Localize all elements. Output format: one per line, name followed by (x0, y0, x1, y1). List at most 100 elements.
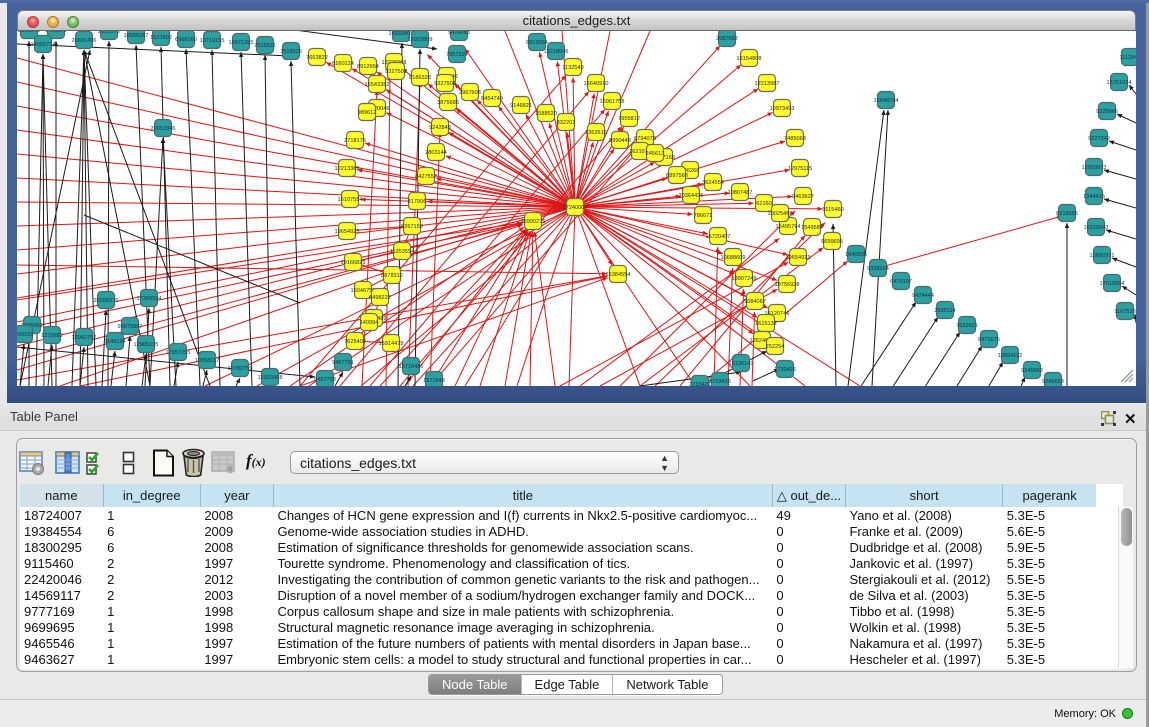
svg-text:16210643: 16210643 (1084, 225, 1109, 231)
svg-text:15716485: 15716485 (399, 364, 424, 370)
svg-text:18907249: 18907249 (732, 276, 757, 282)
svg-text:8186328: 8186328 (409, 75, 431, 81)
svg-text:19166829: 19166829 (341, 260, 366, 266)
svg-text:93975887: 93975887 (118, 324, 143, 330)
svg-text:17957255: 17957255 (166, 350, 191, 356)
svg-text:16033809: 16033809 (408, 37, 433, 43)
svg-text:6794078: 6794078 (634, 136, 656, 142)
svg-text:9327506: 9327506 (434, 81, 456, 87)
svg-text:17240007: 17240007 (563, 205, 588, 211)
svg-text:17016504: 17016504 (1100, 281, 1125, 287)
svg-text:10688609: 10688609 (721, 255, 746, 261)
svg-text:10719155: 10719155 (200, 38, 225, 44)
svg-text:1167533: 1167533 (1114, 309, 1135, 315)
svg-text:989612: 989612 (358, 110, 377, 116)
svg-text:16671355: 16671355 (229, 40, 254, 46)
svg-text:12213987: 12213987 (755, 81, 780, 87)
svg-text:2087682: 2087682 (716, 36, 738, 42)
svg-text:3875685: 3875685 (437, 100, 459, 106)
svg-text:2031376: 2031376 (98, 31, 120, 35)
svg-text:9699695: 9699695 (821, 239, 843, 245)
svg-text:1733425: 1733425 (709, 379, 731, 385)
svg-text:15692971: 15692971 (1090, 253, 1115, 259)
svg-text:6897568: 6897568 (666, 173, 688, 179)
svg-text:6498222: 6498222 (369, 295, 391, 301)
svg-text:10807487: 10807487 (728, 190, 753, 196)
svg-text:7632621: 7632621 (956, 323, 978, 329)
svg-text:19654923: 19654923 (335, 229, 360, 235)
svg-text:1145194: 1145194 (104, 339, 125, 345)
svg-text:6479197: 6479197 (890, 279, 912, 285)
svg-text:3624554: 3624554 (702, 180, 724, 186)
svg-text:939159: 939159 (17, 332, 33, 338)
svg-text:9242848: 9242848 (429, 125, 451, 131)
svg-text:7515521: 7515521 (254, 43, 276, 49)
svg-text:16154808: 16154808 (737, 56, 762, 62)
svg-text:19654923: 19654923 (786, 255, 811, 261)
svg-text:25900275: 25900275 (521, 219, 546, 225)
svg-text:10973493: 10973493 (770, 106, 795, 112)
svg-text:9245653: 9245653 (1042, 379, 1064, 385)
svg-text:8454749: 8454749 (481, 96, 503, 102)
svg-text:1362615: 1362615 (585, 130, 607, 136)
svg-text:19756928: 19756928 (775, 282, 800, 288)
svg-text:9245652: 9245652 (1021, 368, 1043, 374)
svg-text:8160124: 8160124 (332, 61, 354, 67)
svg-text:9457791: 9457791 (332, 360, 354, 366)
svg-text:16914479: 16914479 (379, 341, 404, 347)
svg-text:20691406: 20691406 (72, 38, 97, 44)
svg-text:10958117: 10958117 (195, 358, 219, 364)
svg-text:9457793: 9457793 (314, 377, 336, 383)
svg-text:62160: 62160 (756, 201, 772, 207)
svg-text:15751024: 15751024 (1107, 80, 1132, 86)
svg-text:9084067: 9084067 (744, 299, 766, 305)
svg-text:9463627: 9463627 (792, 194, 814, 200)
svg-text:2803144: 2803144 (425, 150, 447, 156)
svg-text:1640935: 1640935 (845, 252, 867, 258)
svg-text:12905135: 12905135 (134, 342, 159, 348)
svg-text:1571648: 1571648 (423, 378, 445, 384)
svg-text:817006: 817006 (408, 199, 427, 205)
svg-text:8215955: 8215955 (1056, 211, 1078, 217)
svg-text:20053346: 20053346 (151, 126, 176, 132)
svg-text:1112846: 1112846 (1120, 55, 1136, 61)
svg-text:16782759: 16782759 (228, 366, 253, 372)
svg-text:1405572: 1405572 (45, 31, 67, 34)
svg-text:1215682: 1215682 (41, 333, 63, 339)
svg-text:14055714: 14055714 (31, 42, 56, 48)
svg-text:9414283: 9414283 (448, 31, 470, 36)
svg-text:9146821: 9146821 (510, 103, 532, 109)
svg-text:12975115: 12975115 (788, 166, 812, 172)
svg-text:9227342: 9227342 (1088, 136, 1110, 142)
svg-text:9338924: 9338924 (867, 266, 889, 272)
svg-text:16640910: 16640910 (584, 81, 609, 87)
svg-text:2306141: 2306141 (18, 31, 40, 34)
svg-text:1733421: 1733421 (689, 382, 711, 386)
svg-text:7357224: 7357224 (446, 52, 468, 58)
svg-text:10654112: 10654112 (998, 353, 1022, 359)
svg-text:9115460: 9115460 (822, 207, 843, 213)
svg-text:1549584: 1549584 (801, 225, 823, 231)
svg-text:16961758: 16961758 (600, 99, 625, 105)
svg-text:1132549: 1132549 (562, 65, 583, 71)
svg-text:1615132: 1615132 (755, 321, 777, 327)
svg-text:11353594: 11353594 (390, 249, 414, 255)
svg-text:7485063: 7485063 (784, 136, 806, 142)
svg-text:12942757: 12942757 (72, 335, 97, 341)
svg-text:2718176: 2718176 (344, 138, 366, 144)
svg-text:8427552: 8427552 (415, 174, 437, 180)
svg-text:8267150: 8267150 (401, 224, 423, 230)
svg-text:10025466: 10025466 (768, 211, 793, 217)
svg-text:832203: 832203 (557, 120, 576, 126)
svg-text:1733426: 1733426 (774, 367, 796, 373)
svg-text:16107554: 16107554 (338, 197, 363, 203)
svg-text:7663822: 7663822 (306, 55, 328, 61)
svg-text:1244415: 1244415 (1083, 194, 1105, 200)
svg-text:8471676: 8471676 (978, 337, 1000, 343)
svg-text:12923468: 12923468 (258, 375, 283, 381)
svg-text:15136141: 15136141 (729, 361, 754, 367)
svg-text:19218506: 19218506 (544, 49, 569, 55)
svg-text:1527602: 1527602 (150, 35, 172, 41)
svg-text:16648784: 16648784 (874, 98, 899, 104)
svg-text:12093873: 12093873 (1082, 165, 1107, 171)
